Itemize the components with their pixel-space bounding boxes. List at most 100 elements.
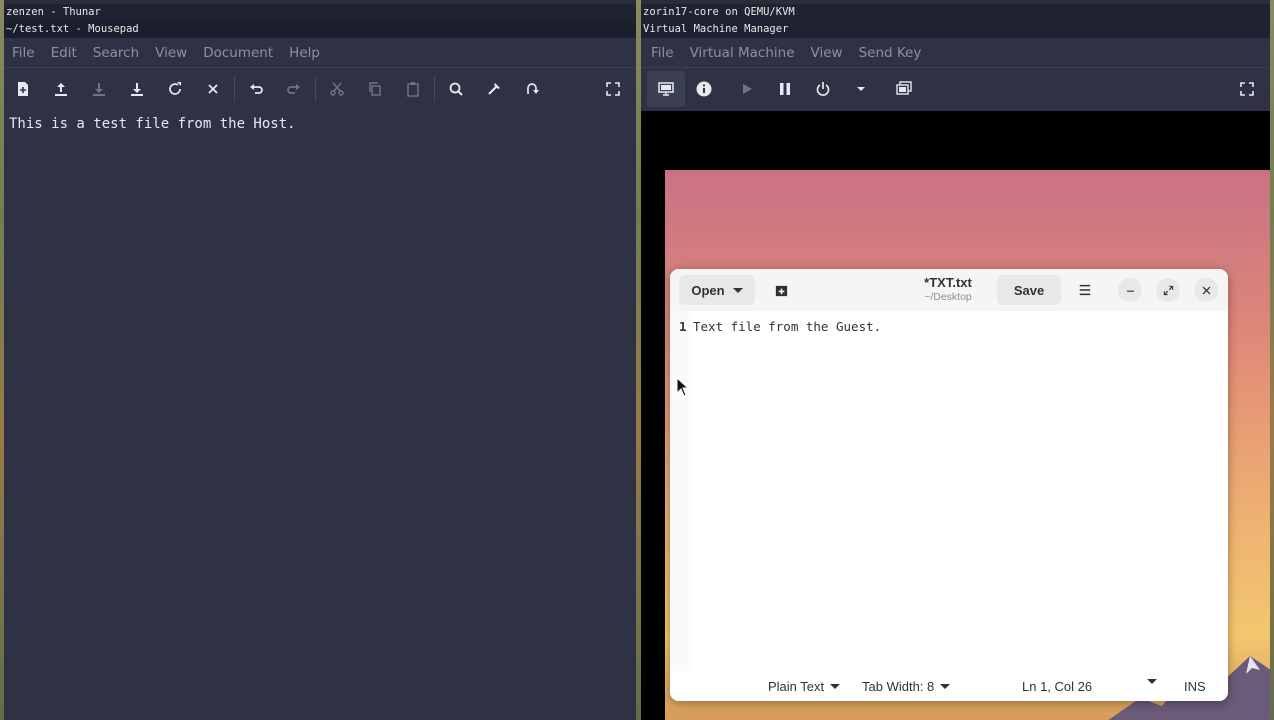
vm-manager-window-title[interactable]: Virtual Machine Manager xyxy=(641,21,1270,38)
vm-toolbar xyxy=(641,68,1270,110)
virt-manager-window: zorin17-core on QEMU/KVM Virtual Machine… xyxy=(641,4,1270,720)
pause-button[interactable] xyxy=(766,71,804,107)
insert-mode-label: INS xyxy=(1184,679,1206,694)
copy-button[interactable] xyxy=(356,71,394,107)
save-as-icon xyxy=(131,83,143,96)
chevron-down-icon xyxy=(940,684,951,689)
save-as-button[interactable] xyxy=(118,71,156,107)
vm-console-display[interactable]: Open *TXT.txt ~/Desktop Save 1 Text file… xyxy=(641,111,1270,720)
main-menu-button[interactable] xyxy=(1070,275,1100,305)
menu-file[interactable]: File xyxy=(4,38,43,68)
vm-menu-file[interactable]: File xyxy=(643,38,682,68)
undo-icon xyxy=(250,84,263,94)
monitor-icon xyxy=(658,82,674,96)
fullscreen-button[interactable] xyxy=(594,71,632,107)
shutdown-button[interactable] xyxy=(804,71,842,107)
find-replace-button[interactable] xyxy=(475,71,513,107)
download-icon xyxy=(93,83,105,96)
save-button[interactable] xyxy=(80,71,118,107)
maximize-icon xyxy=(1163,285,1173,295)
cursor-position[interactable]: Ln 1, Col 26 xyxy=(1022,679,1092,694)
paste-button[interactable] xyxy=(394,71,432,107)
play-icon xyxy=(743,84,752,94)
run-button[interactable] xyxy=(728,71,766,107)
copy-icon xyxy=(369,82,381,96)
close-document-button[interactable] xyxy=(194,71,232,107)
redo-icon xyxy=(287,84,300,94)
toolbar-separator xyxy=(315,76,316,102)
minimize-icon xyxy=(1126,290,1134,292)
fullscreen-icon xyxy=(1240,82,1254,96)
text-editor-content[interactable]: 1 Text file from the Guest. xyxy=(670,311,1228,671)
tab-width-selector[interactable]: Tab Width: 8 xyxy=(862,679,951,694)
menu-edit[interactable]: Edit xyxy=(43,38,85,68)
go-to-line-button[interactable] xyxy=(513,71,551,107)
clipboard-icon xyxy=(407,82,419,97)
close-window-button[interactable] xyxy=(1194,278,1218,302)
open-file-button[interactable]: Open xyxy=(679,275,755,305)
vm-fullscreen-button[interactable] xyxy=(1228,71,1266,107)
new-document-button[interactable] xyxy=(4,71,42,107)
new-tab-button[interactable] xyxy=(767,275,795,305)
vm-menu-view[interactable]: View xyxy=(803,38,851,68)
menu-search[interactable]: Search xyxy=(85,38,147,68)
power-icon xyxy=(816,82,830,96)
undo-button[interactable] xyxy=(237,71,275,107)
line-number: 1 xyxy=(679,319,687,334)
info-icon xyxy=(696,81,712,97)
chevron-down-icon xyxy=(830,684,841,689)
scissors-icon xyxy=(330,82,344,96)
chevron-down-icon xyxy=(1147,679,1157,684)
vm-console-window-title[interactable]: zorin17-core on QEMU/KVM xyxy=(641,4,1270,21)
position-menu-button[interactable] xyxy=(1141,679,1157,684)
find-button[interactable] xyxy=(437,71,475,107)
reload-button[interactable] xyxy=(156,71,194,107)
mousepad-menubar: File Edit Search View Document Help xyxy=(4,38,636,68)
line-number-gutter xyxy=(670,311,692,671)
toolbar-separator xyxy=(434,76,435,102)
go-to-icon xyxy=(527,83,539,94)
minimize-button[interactable] xyxy=(1118,278,1142,302)
mousepad-text-area[interactable]: This is a test file from the Host. xyxy=(4,111,636,720)
line-text[interactable]: Text file from the Guest. xyxy=(693,319,881,335)
pause-icon xyxy=(780,83,790,95)
maximize-button[interactable] xyxy=(1156,278,1180,302)
menu-help[interactable]: Help xyxy=(281,38,328,68)
snapshot-icon xyxy=(896,81,912,95)
vm-menubar: File Virtual Machine View Send Key xyxy=(641,38,1270,68)
menu-view[interactable]: View xyxy=(147,38,195,68)
thunar-window-title[interactable]: zenzen - Thunar xyxy=(4,4,636,21)
reload-icon xyxy=(169,82,181,95)
mousepad-window-title[interactable]: ~/test.txt - Mousepad xyxy=(4,21,636,38)
show-details-button[interactable] xyxy=(685,71,723,107)
insert-mode-indicator: INS xyxy=(1184,679,1206,694)
vm-menu-virtual-machine[interactable]: Virtual Machine xyxy=(682,38,803,68)
cursor-position-label: Ln 1, Col 26 xyxy=(1022,679,1093,694)
chevron-down-icon xyxy=(732,287,743,293)
tab-width-label: Tab Width: 8 xyxy=(862,679,935,694)
hamburger-menu-icon xyxy=(1079,284,1091,296)
show-console-button[interactable] xyxy=(647,71,685,107)
mousepad-toolbar xyxy=(4,68,636,110)
snapshots-button[interactable] xyxy=(885,71,923,107)
vm-menu-send-key[interactable]: Send Key xyxy=(851,38,930,68)
shutdown-menu-button[interactable] xyxy=(842,71,880,107)
toolbar-separator xyxy=(234,76,235,102)
document-filename: *TXT.txt xyxy=(924,275,972,290)
open-file-button[interactable] xyxy=(42,71,80,107)
text-editor-statusbar: Plain Text Tab Width: 8 Ln 1, Col 26 INS xyxy=(670,671,1228,701)
redo-button[interactable] xyxy=(275,71,313,107)
chevron-down-icon xyxy=(857,87,865,91)
menu-document[interactable]: Document xyxy=(195,38,281,68)
save-button[interactable]: Save xyxy=(997,275,1061,305)
mousepad-window: zenzen - Thunar ~/test.txt - Mousepad Fi… xyxy=(4,4,636,720)
new-document-icon xyxy=(18,82,28,96)
document-title: *TXT.txt ~/Desktop xyxy=(910,275,986,304)
open-button-label: Open xyxy=(691,282,725,298)
fullscreen-icon xyxy=(606,82,620,96)
cut-button[interactable] xyxy=(318,71,356,107)
close-icon xyxy=(208,84,218,94)
find-replace-icon xyxy=(488,83,500,95)
language-selector[interactable]: Plain Text xyxy=(768,679,841,694)
language-label: Plain Text xyxy=(768,679,825,694)
